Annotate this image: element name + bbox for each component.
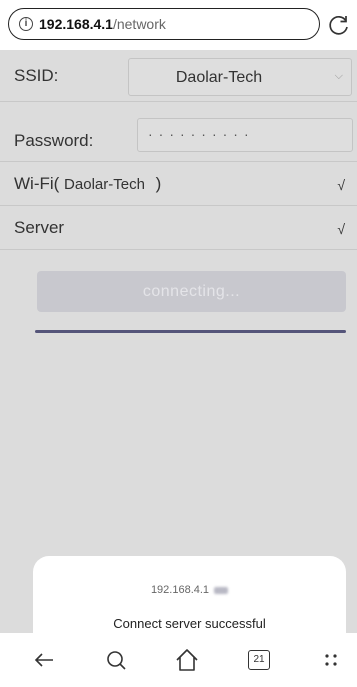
info-icon[interactable]: i bbox=[19, 17, 33, 31]
ssid-label: SSID: bbox=[14, 66, 59, 85]
dialog-title-blurred bbox=[214, 586, 229, 594]
search-icon[interactable] bbox=[101, 645, 131, 675]
password-field[interactable]: ·········· bbox=[137, 118, 353, 152]
ssid-row: SSID: Daolar-Tech ⌵ bbox=[0, 50, 357, 102]
chevron-down-icon: ⌵ bbox=[334, 70, 343, 82]
address-bar: i 192.168.4.1/network bbox=[0, 0, 357, 50]
url-path: /network bbox=[112, 16, 166, 32]
password-row: Password: ·········· bbox=[0, 102, 357, 162]
server-check-icon: √ bbox=[337, 221, 345, 237]
dialog-title: 192.168.4.1 bbox=[33, 584, 346, 596]
wifi-name: Daolar-Tech bbox=[64, 176, 145, 193]
wifi-label: Wi-Fi( bbox=[14, 174, 60, 193]
reload-icon[interactable] bbox=[327, 13, 351, 37]
wifi-check-icon: √ bbox=[337, 177, 345, 193]
connect-button[interactable]: connecting... bbox=[37, 271, 346, 312]
bottom-nav: 21 bbox=[0, 633, 357, 687]
wifi-close: ) bbox=[155, 174, 162, 193]
tab-count: 21 bbox=[248, 650, 270, 670]
tabs-icon[interactable]: 21 bbox=[244, 645, 274, 675]
password-label: Password: bbox=[14, 131, 94, 150]
server-status-row: Server √ bbox=[0, 206, 357, 250]
home-icon[interactable] bbox=[172, 645, 202, 675]
ssid-select[interactable]: Daolar-Tech ⌵ bbox=[128, 58, 352, 96]
server-label: Server bbox=[14, 218, 65, 237]
progress-bar bbox=[35, 330, 346, 333]
dialog-host: 192.168.4.1 bbox=[150, 584, 210, 596]
page-content: SSID: Daolar-Tech ⌵ Password: ··········… bbox=[0, 50, 357, 686]
back-arrow-icon[interactable] bbox=[29, 645, 59, 675]
wifi-status: Wi-Fi( Daolar-Tech ) bbox=[14, 174, 161, 194]
ssid-value: Daolar-Tech bbox=[175, 69, 263, 86]
wifi-status-row: Wi-Fi( Daolar-Tech ) √ bbox=[0, 162, 357, 206]
url-field[interactable]: i 192.168.4.1/network bbox=[8, 8, 320, 40]
dialog-message: Connect server successful bbox=[113, 616, 266, 631]
url-host: 192.168.4.1 bbox=[39, 16, 113, 32]
menu-dots-icon[interactable] bbox=[316, 645, 346, 675]
